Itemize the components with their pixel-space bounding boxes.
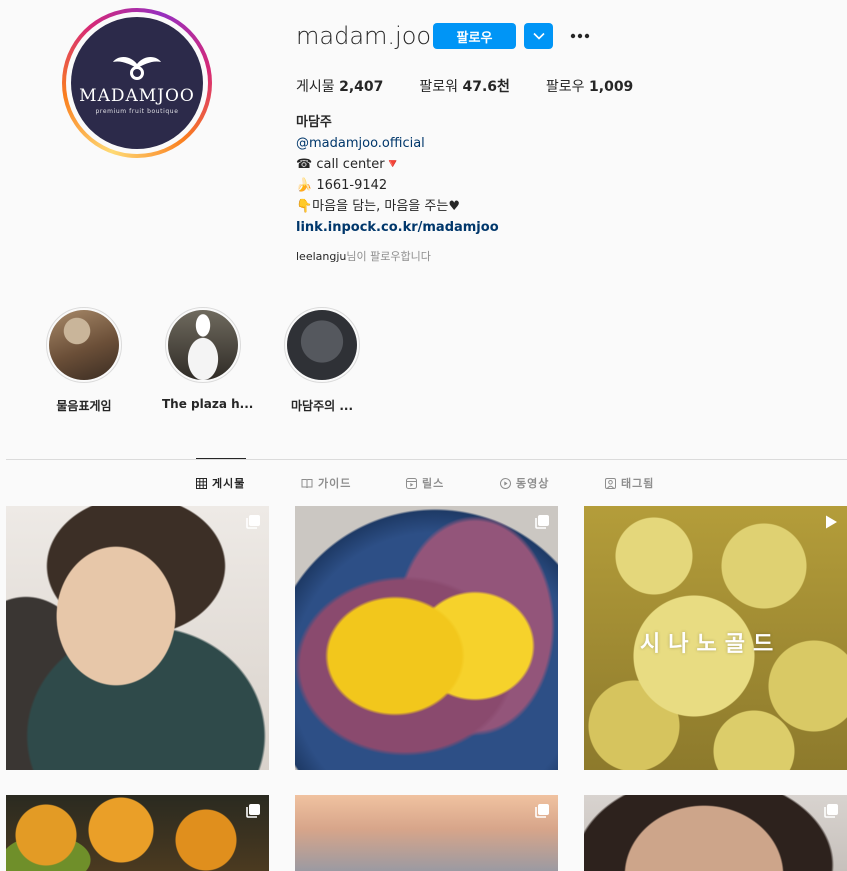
reels-icon <box>406 477 417 489</box>
bio-mention-link[interactable]: @madamjoo.official <box>296 133 499 154</box>
play-icon <box>826 515 837 529</box>
leaf-apple-icon <box>113 56 161 80</box>
tabs-divider <box>6 459 847 460</box>
post-thumbnail[interactable] <box>6 506 269 770</box>
tab-tagged[interactable]: 태그됨 <box>605 475 654 491</box>
followed-by-text: leelangju님이 팔로우합니다 <box>296 250 431 263</box>
highlight-cover <box>49 310 119 380</box>
profile-username: madam.joo <box>296 22 432 50</box>
highlight-item[interactable]: 물음표게임 <box>43 307 125 414</box>
chevron-down-icon <box>532 32 545 40</box>
tab-guides[interactable]: 가이드 <box>301 475 351 491</box>
brand-logo: MADAMJOO premium fruit boutique <box>71 17 203 149</box>
active-tab-indicator <box>196 458 246 459</box>
bio-line: 🍌 1661-9142 <box>296 178 388 193</box>
highlight-cover <box>168 310 238 380</box>
post-thumbnail[interactable] <box>584 795 847 871</box>
profile-bio: 마담주 @madamjoo.official ☎ call center🔻 🍌 … <box>296 112 499 238</box>
tab-reels[interactable]: 릴스 <box>406 475 444 491</box>
post-overlay-text: 시나노골드 <box>640 632 782 657</box>
profile-stats: 게시물 2,407 팔로워 47.6천 팔로우 1,009 <box>296 76 669 96</box>
carousel-icon <box>824 804 838 818</box>
post-thumbnail[interactable] <box>6 795 269 871</box>
post-thumbnail[interactable] <box>295 506 558 770</box>
followers-count[interactable]: 팔로워 47.6천 <box>419 76 510 96</box>
highlight-cover <box>287 310 357 380</box>
bio-website-link[interactable]: link.inpock.co.kr/madamjoo <box>296 217 499 238</box>
tagged-icon <box>605 477 616 489</box>
suggested-accounts-button[interactable] <box>524 23 553 49</box>
profile-avatar[interactable]: MADAMJOO premium fruit boutique <box>62 8 212 158</box>
bio-line: ☎ call center🔻 <box>296 157 401 172</box>
tab-posts[interactable]: 게시물 <box>196 475 245 491</box>
grid-icon <box>196 477 207 489</box>
carousel-icon <box>535 804 549 818</box>
more-horizontal-icon <box>570 33 590 39</box>
guide-icon <box>301 478 313 488</box>
video-icon <box>500 477 511 489</box>
highlight-item[interactable]: The plaza h... <box>162 307 254 411</box>
logo-wordmark: MADAMJOO <box>79 85 195 106</box>
logo-tagline: premium fruit boutique <box>95 107 179 115</box>
carousel-icon <box>535 515 549 529</box>
highlight-label: 마담주의 ... <box>290 399 353 413</box>
following-count[interactable]: 팔로우 1,009 <box>546 76 633 96</box>
tab-videos[interactable]: 동영상 <box>500 475 549 491</box>
profile-display-name: 마담주 <box>296 115 332 130</box>
post-thumbnail[interactable] <box>295 795 558 871</box>
highlight-label: The plaza h... <box>162 397 254 411</box>
more-options-button[interactable] <box>568 24 592 48</box>
follow-button[interactable]: 팔로우 <box>433 23 516 49</box>
bio-line: 👇마음을 담는, 마음을 주는♥ <box>296 199 460 214</box>
carousel-icon <box>246 515 260 529</box>
highlight-label: 물음표게임 <box>56 399 112 413</box>
highlight-item[interactable]: 마담주의 ... <box>281 307 363 414</box>
posts-count: 게시물 2,407 <box>296 79 384 95</box>
carousel-icon <box>246 804 260 818</box>
followed-by-user[interactable]: leelangju <box>296 250 346 263</box>
post-thumbnail[interactable]: 시나노골드 <box>584 506 847 770</box>
